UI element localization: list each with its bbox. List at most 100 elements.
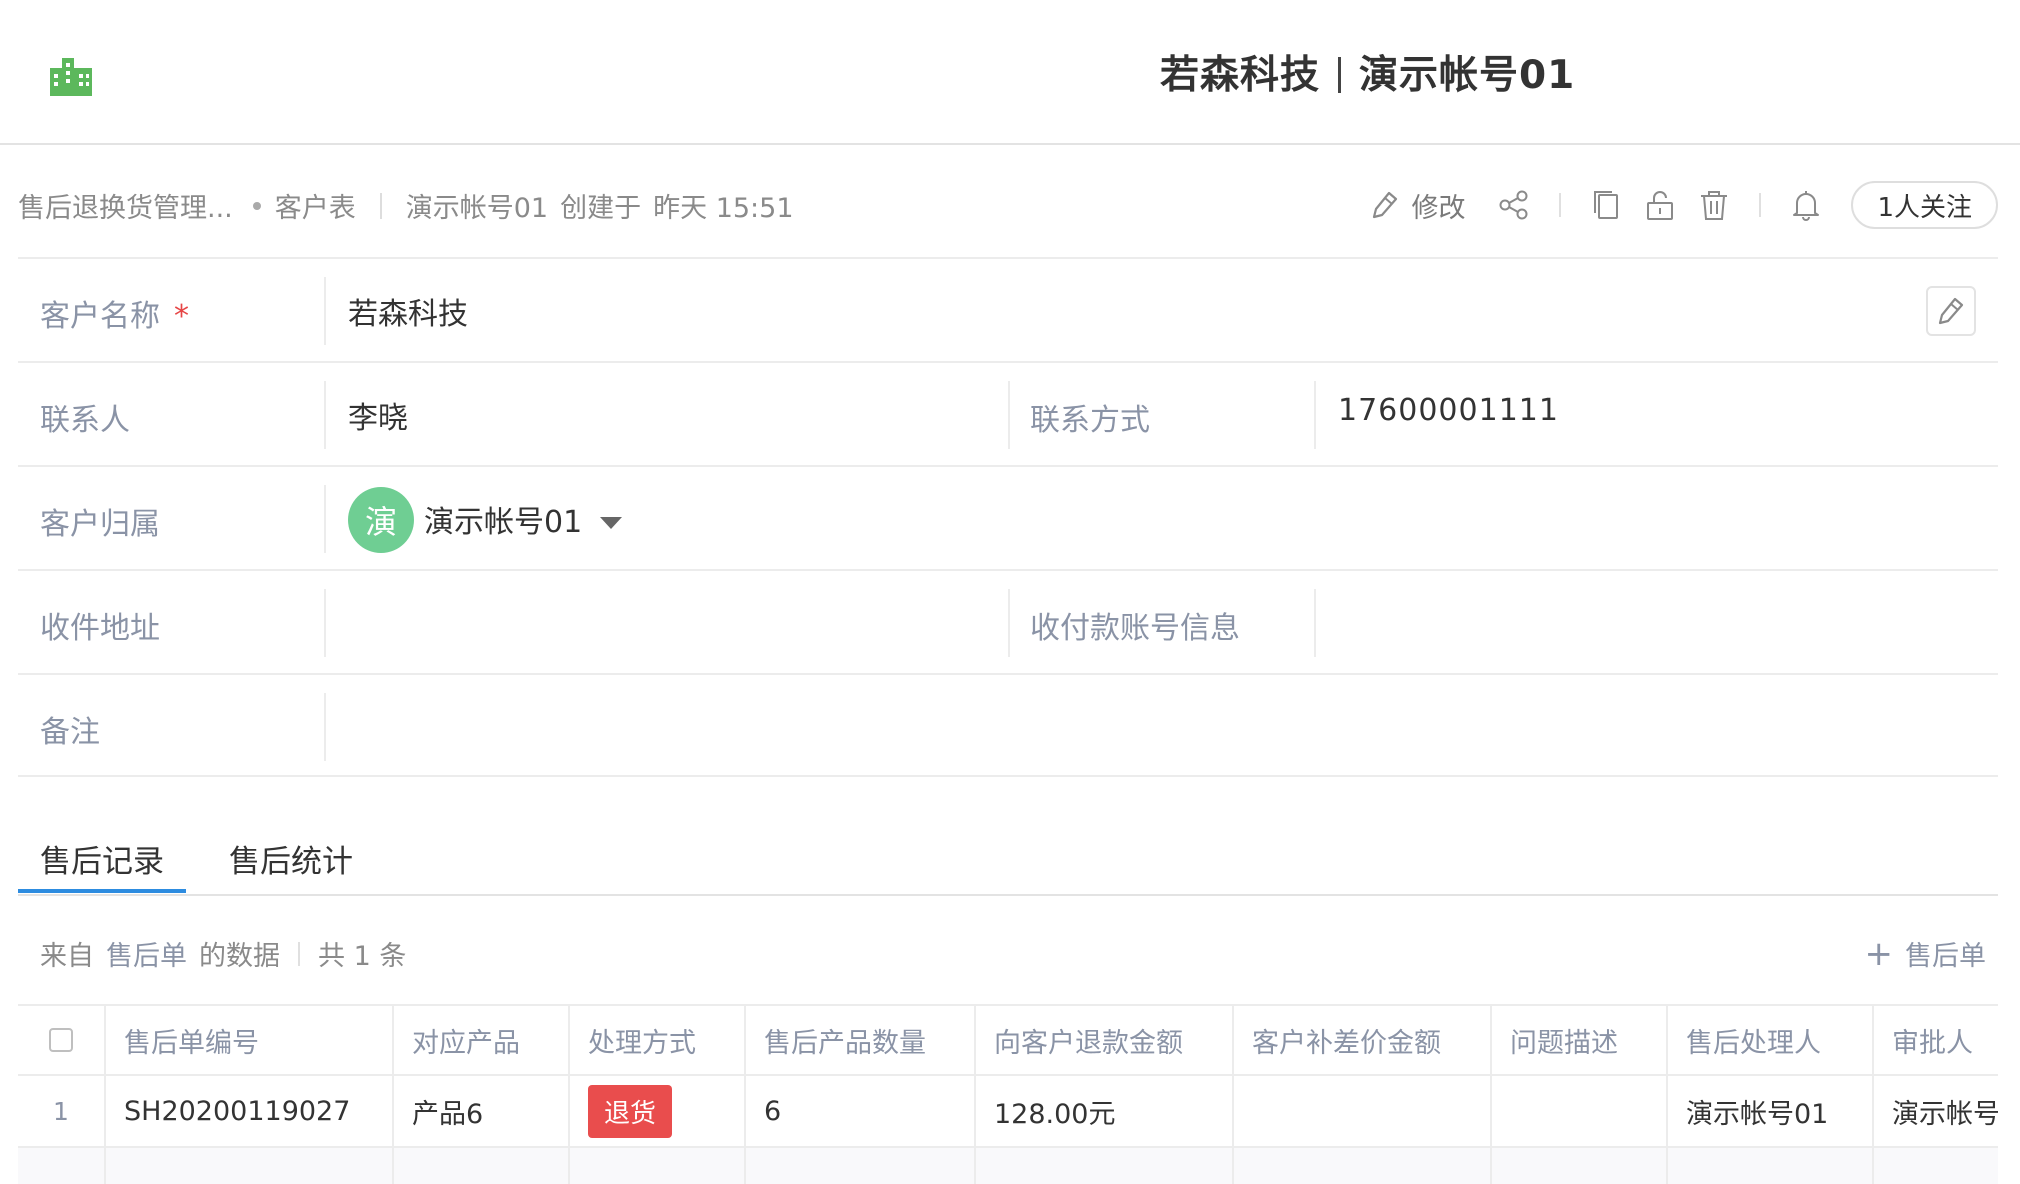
required-mark: * <box>174 299 189 334</box>
field-edit-button[interactable] <box>1926 286 1976 336</box>
breadcrumb: 售后退换货管理... 客户表 演示帐号01 创建于 昨天 15:51 <box>18 186 794 225</box>
header-select-cell <box>18 1006 104 1074</box>
empty-cell <box>1872 1148 1998 1184</box>
pencil-icon <box>1373 191 1398 219</box>
edit-label: 修改 <box>1411 192 1466 224</box>
product-cell[interactable]: 产品6 <box>392 1076 568 1146</box>
empty-cell <box>568 1148 744 1184</box>
avatar[interactable]: 演 <box>348 487 414 553</box>
breadcrumb-app[interactable]: 售后退换货管理... <box>18 186 233 225</box>
record-actions: 修改 1人关注 <box>1371 181 1998 229</box>
field-divider <box>1008 589 1010 657</box>
created-label: 创建于 <box>560 193 642 224</box>
field-divider <box>324 381 326 449</box>
unlock-icon <box>1647 191 1674 220</box>
copy-icon <box>1594 191 1619 219</box>
column-header[interactable]: 售后处理人 <box>1666 1006 1872 1074</box>
related-table: 售后单编号 对应产品 处理方式 售后产品数量 向客户退款金额 客户补差价金额 问… <box>18 1004 1998 1184</box>
empty-cell <box>1490 1148 1666 1184</box>
active-tab-indicator <box>18 889 186 893</box>
title-divider <box>1338 57 1342 93</box>
actions-divider <box>1559 193 1562 217</box>
owner-value[interactable]: 演示帐号01 <box>424 497 582 541</box>
refund-cell[interactable]: 128.00元 <box>974 1076 1232 1146</box>
column-header[interactable]: 售后单编号 <box>104 1006 392 1074</box>
field-divider <box>324 589 326 657</box>
lock-button[interactable] <box>1640 185 1680 225</box>
table-row[interactable]: 1 SH20200119027 产品6 退货 6 128.00元 演示帐号01 … <box>18 1076 1998 1148</box>
source-link[interactable]: 售后单 <box>106 934 187 973</box>
edit-button[interactable]: 修改 <box>1371 186 1465 225</box>
address-label: 收件地址 <box>40 611 160 646</box>
caret-down-icon[interactable] <box>600 517 622 529</box>
share-icon <box>1499 190 1528 220</box>
quantity-cell[interactable]: 6 <box>744 1076 974 1146</box>
from-label: 来自 <box>40 941 94 972</box>
share-button[interactable] <box>1494 185 1534 225</box>
column-header[interactable]: 客户补差价金额 <box>1232 1006 1490 1074</box>
source-divider <box>298 941 300 966</box>
delete-button[interactable] <box>1694 185 1734 225</box>
notify-button[interactable] <box>1786 185 1826 225</box>
remark-label: 备注 <box>40 715 100 750</box>
method-cell[interactable]: 退货 <box>568 1076 744 1146</box>
add-after-sales-button[interactable]: + 售后单 <box>1865 934 1987 973</box>
column-header[interactable]: 售后产品数量 <box>744 1006 974 1074</box>
field-row-address: 收件地址 收付款账号信息 <box>18 569 1998 673</box>
status-badge: 退货 <box>588 1084 673 1138</box>
column-header[interactable]: 问题描述 <box>1490 1006 1666 1074</box>
tab-after-sales-records[interactable]: 售后记录 <box>40 836 164 881</box>
select-all-checkbox[interactable] <box>49 1028 73 1052</box>
copy-button[interactable] <box>1586 185 1626 225</box>
data-source-info: 来自 售后单 的数据 共 1 条 <box>40 934 406 973</box>
customer-name-label-text: 客户名称 <box>40 299 160 334</box>
handler-cell[interactable]: 演示帐号01 <box>1666 1076 1872 1146</box>
trash-icon <box>1701 191 1728 220</box>
phone-label: 联系方式 <box>1030 403 1150 438</box>
column-header[interactable]: 处理方式 <box>568 1006 744 1074</box>
contact-value[interactable]: 李晓 <box>348 393 408 437</box>
created-time: 昨天 15:51 <box>653 193 794 224</box>
actions-divider-2 <box>1759 193 1762 217</box>
phone-value[interactable]: 17600001111 <box>1338 393 1559 428</box>
compensation-cell[interactable] <box>1232 1076 1490 1146</box>
plus-icon: + <box>1864 933 1894 974</box>
order-no-cell[interactable]: SH20200119027 <box>104 1076 392 1146</box>
building-icon[interactable] <box>48 52 94 98</box>
field-row-owner: 客户归属 演 演示帐号01 <box>18 465 1998 569</box>
record-form: 客户名称 * 若森科技 联系人 李晓 联系方式 17600001111 客户归属 … <box>18 257 1998 777</box>
record-infobar: 售后退换货管理... 客户表 演示帐号01 创建于 昨天 15:51 修改 1人… <box>0 146 2020 258</box>
description-cell[interactable] <box>1490 1076 1666 1146</box>
account-name: 演示帐号01 <box>1359 53 1576 98</box>
field-row-customer-name: 客户名称 * 若森科技 <box>18 257 1998 361</box>
empty-cell <box>1666 1148 1872 1184</box>
related-tabs: 售后记录 售后统计 <box>18 830 1998 896</box>
related-data-bar: 来自 售后单 的数据 共 1 条 + 售后单 <box>18 932 1998 973</box>
column-header[interactable]: 审批人 <box>1872 1006 1998 1074</box>
empty-cell <box>1232 1148 1490 1184</box>
data-label: 的数据 <box>199 941 280 972</box>
contact-label: 联系人 <box>40 403 130 438</box>
pencil-icon <box>1938 297 1964 325</box>
breadcrumb-sheet[interactable]: 客户表 <box>275 186 356 225</box>
table-empty-row <box>18 1148 1998 1184</box>
account-info-label: 收付款账号信息 <box>1030 611 1240 646</box>
record-count: 共 1 条 <box>318 941 407 972</box>
breadcrumb-dot <box>252 201 261 210</box>
record-creator: 演示帐号01 <box>405 193 549 224</box>
add-label: 售后单 <box>1905 941 1986 972</box>
column-header[interactable]: 向客户退款金额 <box>974 1006 1232 1074</box>
customer-name-label: 客户名称 * <box>40 291 189 335</box>
tab-after-sales-stats[interactable]: 售后统计 <box>229 836 353 881</box>
column-header[interactable]: 对应产品 <box>392 1006 568 1074</box>
follow-button[interactable]: 1人关注 <box>1851 181 1998 229</box>
field-divider <box>324 277 326 345</box>
row-index: 1 <box>53 1096 69 1126</box>
empty-cell <box>744 1148 974 1184</box>
approver-cell[interactable]: 演示帐号01 <box>1872 1076 1998 1146</box>
breadcrumb-divider <box>379 192 382 219</box>
empty-cell <box>104 1148 392 1184</box>
owner-label: 客户归属 <box>40 507 160 542</box>
customer-name-value[interactable]: 若森科技 <box>348 289 468 333</box>
field-row-contact: 联系人 李晓 联系方式 17600001111 <box>18 361 1998 465</box>
